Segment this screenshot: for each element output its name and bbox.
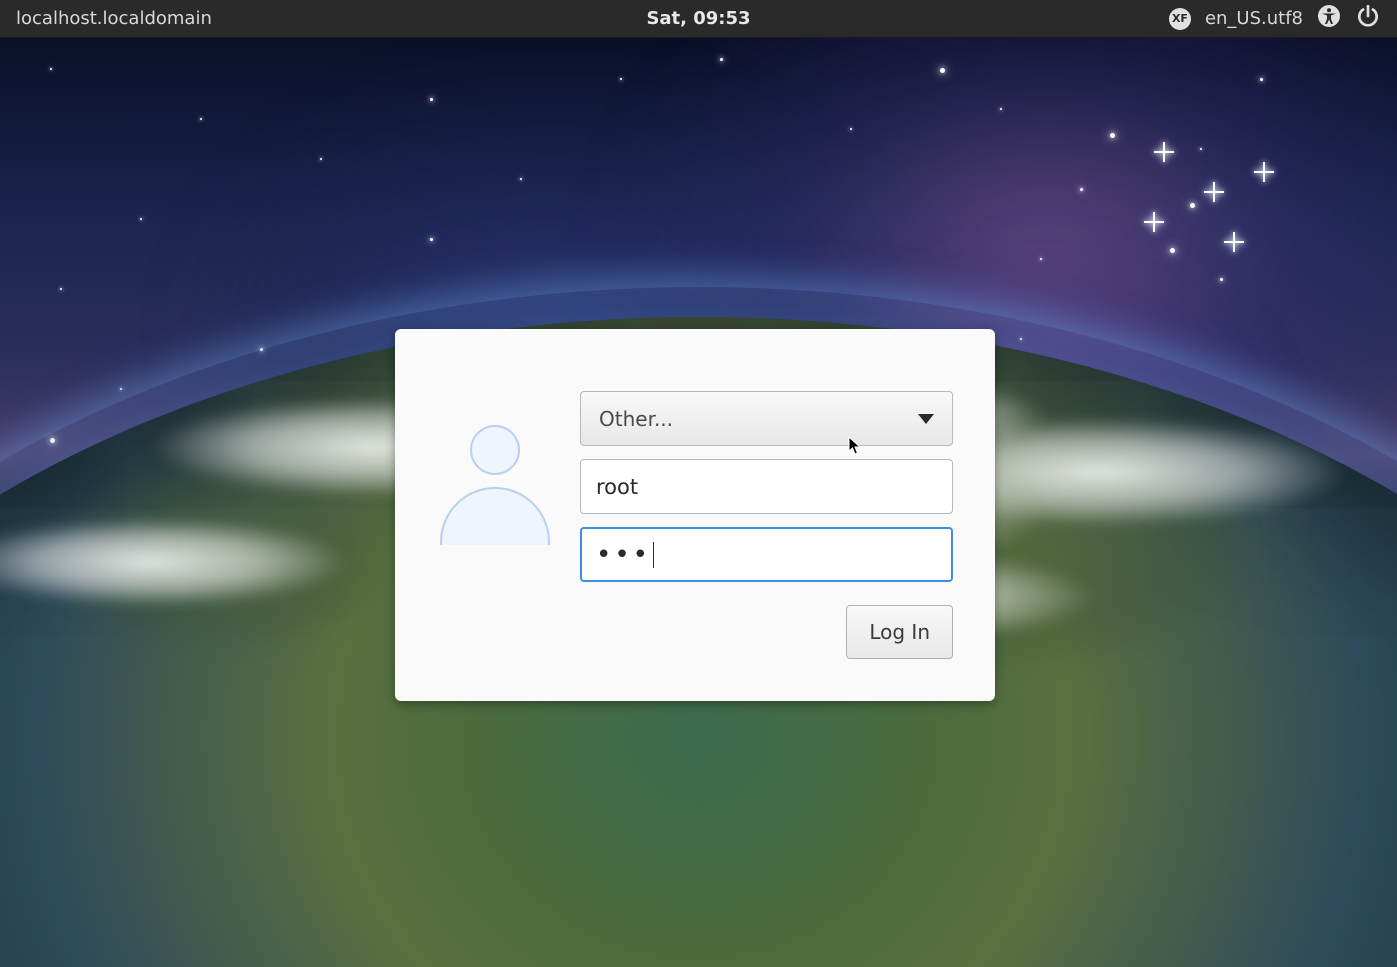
login-button[interactable]: Log In (846, 605, 953, 659)
user-selector-dropdown[interactable]: Other... (580, 391, 953, 446)
locale-indicator[interactable]: en_US.utf8 (1205, 8, 1303, 29)
desktop-badge-icon[interactable]: XF (1169, 8, 1191, 30)
top-bar: localhost.localdomain Sat, 09:53 XF en_U… (0, 0, 1397, 38)
user-avatar-icon (437, 425, 552, 545)
hostname-label: localhost.localdomain (16, 8, 212, 29)
power-icon[interactable] (1355, 3, 1381, 34)
login-panel: Other... ••• Log In (395, 329, 995, 701)
user-selector-label: Other... (599, 407, 673, 431)
clock: Sat, 09:53 (646, 8, 750, 29)
password-input[interactable]: ••• (580, 527, 953, 582)
topbar-right-cluster: XF en_US.utf8 (1169, 3, 1381, 34)
username-input[interactable] (580, 459, 953, 514)
accessibility-icon[interactable] (1317, 4, 1341, 33)
password-mask: ••• (596, 540, 651, 570)
chevron-down-icon (918, 414, 934, 424)
